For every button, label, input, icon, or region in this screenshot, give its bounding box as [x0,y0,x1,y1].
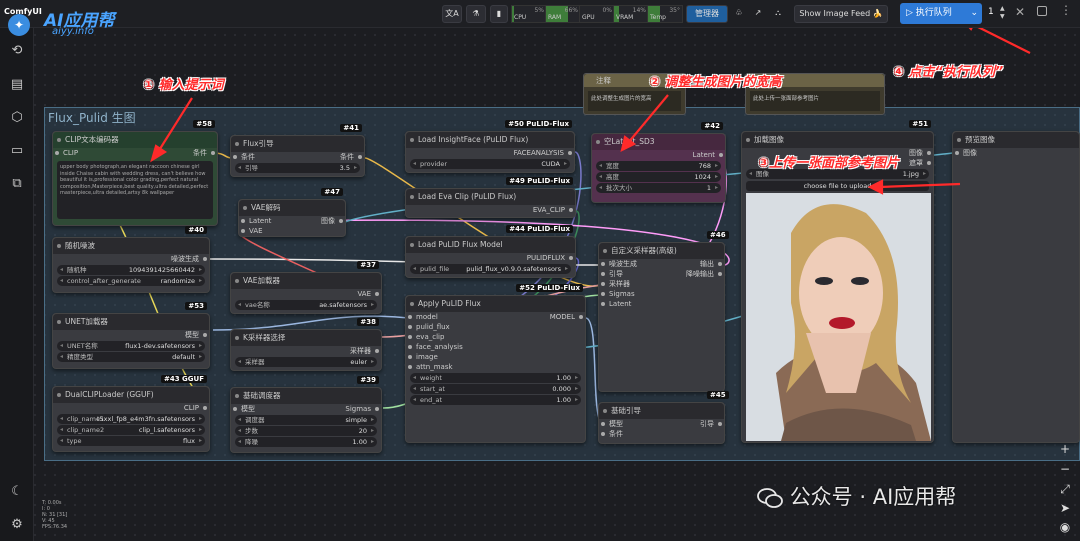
play-icon: ▷ [906,8,916,18]
brand-logo-icon: ✦ [8,14,30,36]
top-toolbar: 文A ⚗ ▮ CPU 5% RAM 66% GPU 0% VRAM 14% Temp 35… [0,0,1080,28]
vram-meter: VRAM 14% [613,5,649,23]
wechat-watermark: 公众号 · AI应用帮 [757,481,956,511]
brand-url: aiyy.info [52,26,94,37]
queue-label: 执行队列 [915,8,952,18]
arrow-icon[interactable]: ↗ [750,5,766,23]
toggle-links-icon[interactable]: ◉ [1056,518,1074,536]
queue-button[interactable]: ▷ 执行队列 ⌄ [900,3,982,24]
ram-meter: RAM 66% [545,5,581,23]
meter-label: CPU [514,14,527,21]
render-stats: T: 0.00s I: 0 N: 31 [31] V: 45 FPS:76.34 [42,500,67,530]
stat-line: FPS:76.34 [42,524,68,530]
workflow-icon[interactable]: ⧉ [9,176,25,192]
zoom-out-icon[interactable]: − [1056,460,1074,478]
wechat-icon [757,487,783,509]
annotation-arrows [150,17,1031,195]
zoom-in-icon[interactable]: + [1056,440,1074,458]
maximize-icon[interactable] [1037,6,1047,16]
watermark-text: 公众号 · AI应用帮 [789,485,957,509]
left-sidebar: ⟲ ▤ ⬡ ▭ ⧉ ☾ ⚙ [0,28,34,541]
queue-count-input[interactable]: 1 [988,7,994,17]
theme-toggle-icon[interactable]: ☾ [9,484,25,500]
meter-label: Temp [650,14,666,21]
stepper-icon[interactable]: ▲ ▼ [1000,5,1005,21]
share-icon[interactable]: ♧ [731,5,747,23]
history-icon[interactable]: ⛬ [770,5,786,23]
clean-icon[interactable]: ⚗ [466,5,486,23]
meter-value: 66% [564,7,578,14]
pan-mode-icon[interactable]: ➤ [1056,499,1074,517]
meter-value: 5% [534,7,544,14]
cpu-meter: CPU 5% [511,5,547,23]
meter-value: 14% [632,7,646,14]
close-icon[interactable]: ✕ [1015,5,1025,19]
temp-meter: Temp 35° [647,5,683,23]
meter-label: GPU [582,14,595,21]
logo: ComfyUI ✦ AI应用帮 aiyy.info [0,0,120,42]
model-library-icon[interactable]: ▭ [9,143,25,159]
meter-value: 35° [669,7,680,14]
meter-label: RAM [548,14,562,21]
menu-icon[interactable]: ⋮ [1060,3,1072,17]
meter-value: 0% [602,7,612,14]
chevron-down-icon[interactable]: ⌄ [970,3,978,24]
meter-label: VRAM [616,14,634,21]
history-icon[interactable]: ⟲ [9,43,25,59]
manager-button[interactable]: 管理器 [686,5,728,23]
translate-button[interactable]: 文A [442,5,462,23]
settings-icon[interactable]: ⚙ [9,517,25,533]
graph-canvas[interactable]: Flux_Pulid 生图 #58 CLIP文本编码器 CLIP 条件 upper… [0,0,1080,541]
bookmark-icon[interactable]: ▮ [490,5,508,23]
manager-label: 管理器 [695,9,719,18]
node-library-icon[interactable]: ⬡ [9,110,25,126]
fit-view-icon[interactable]: ⤢ [1056,480,1074,498]
gpu-meter: GPU 0% [579,5,615,23]
queue-list-icon[interactable]: ▤ [9,77,25,93]
show-image-feed-button[interactable]: Show Image Feed 🍌 [794,5,888,23]
